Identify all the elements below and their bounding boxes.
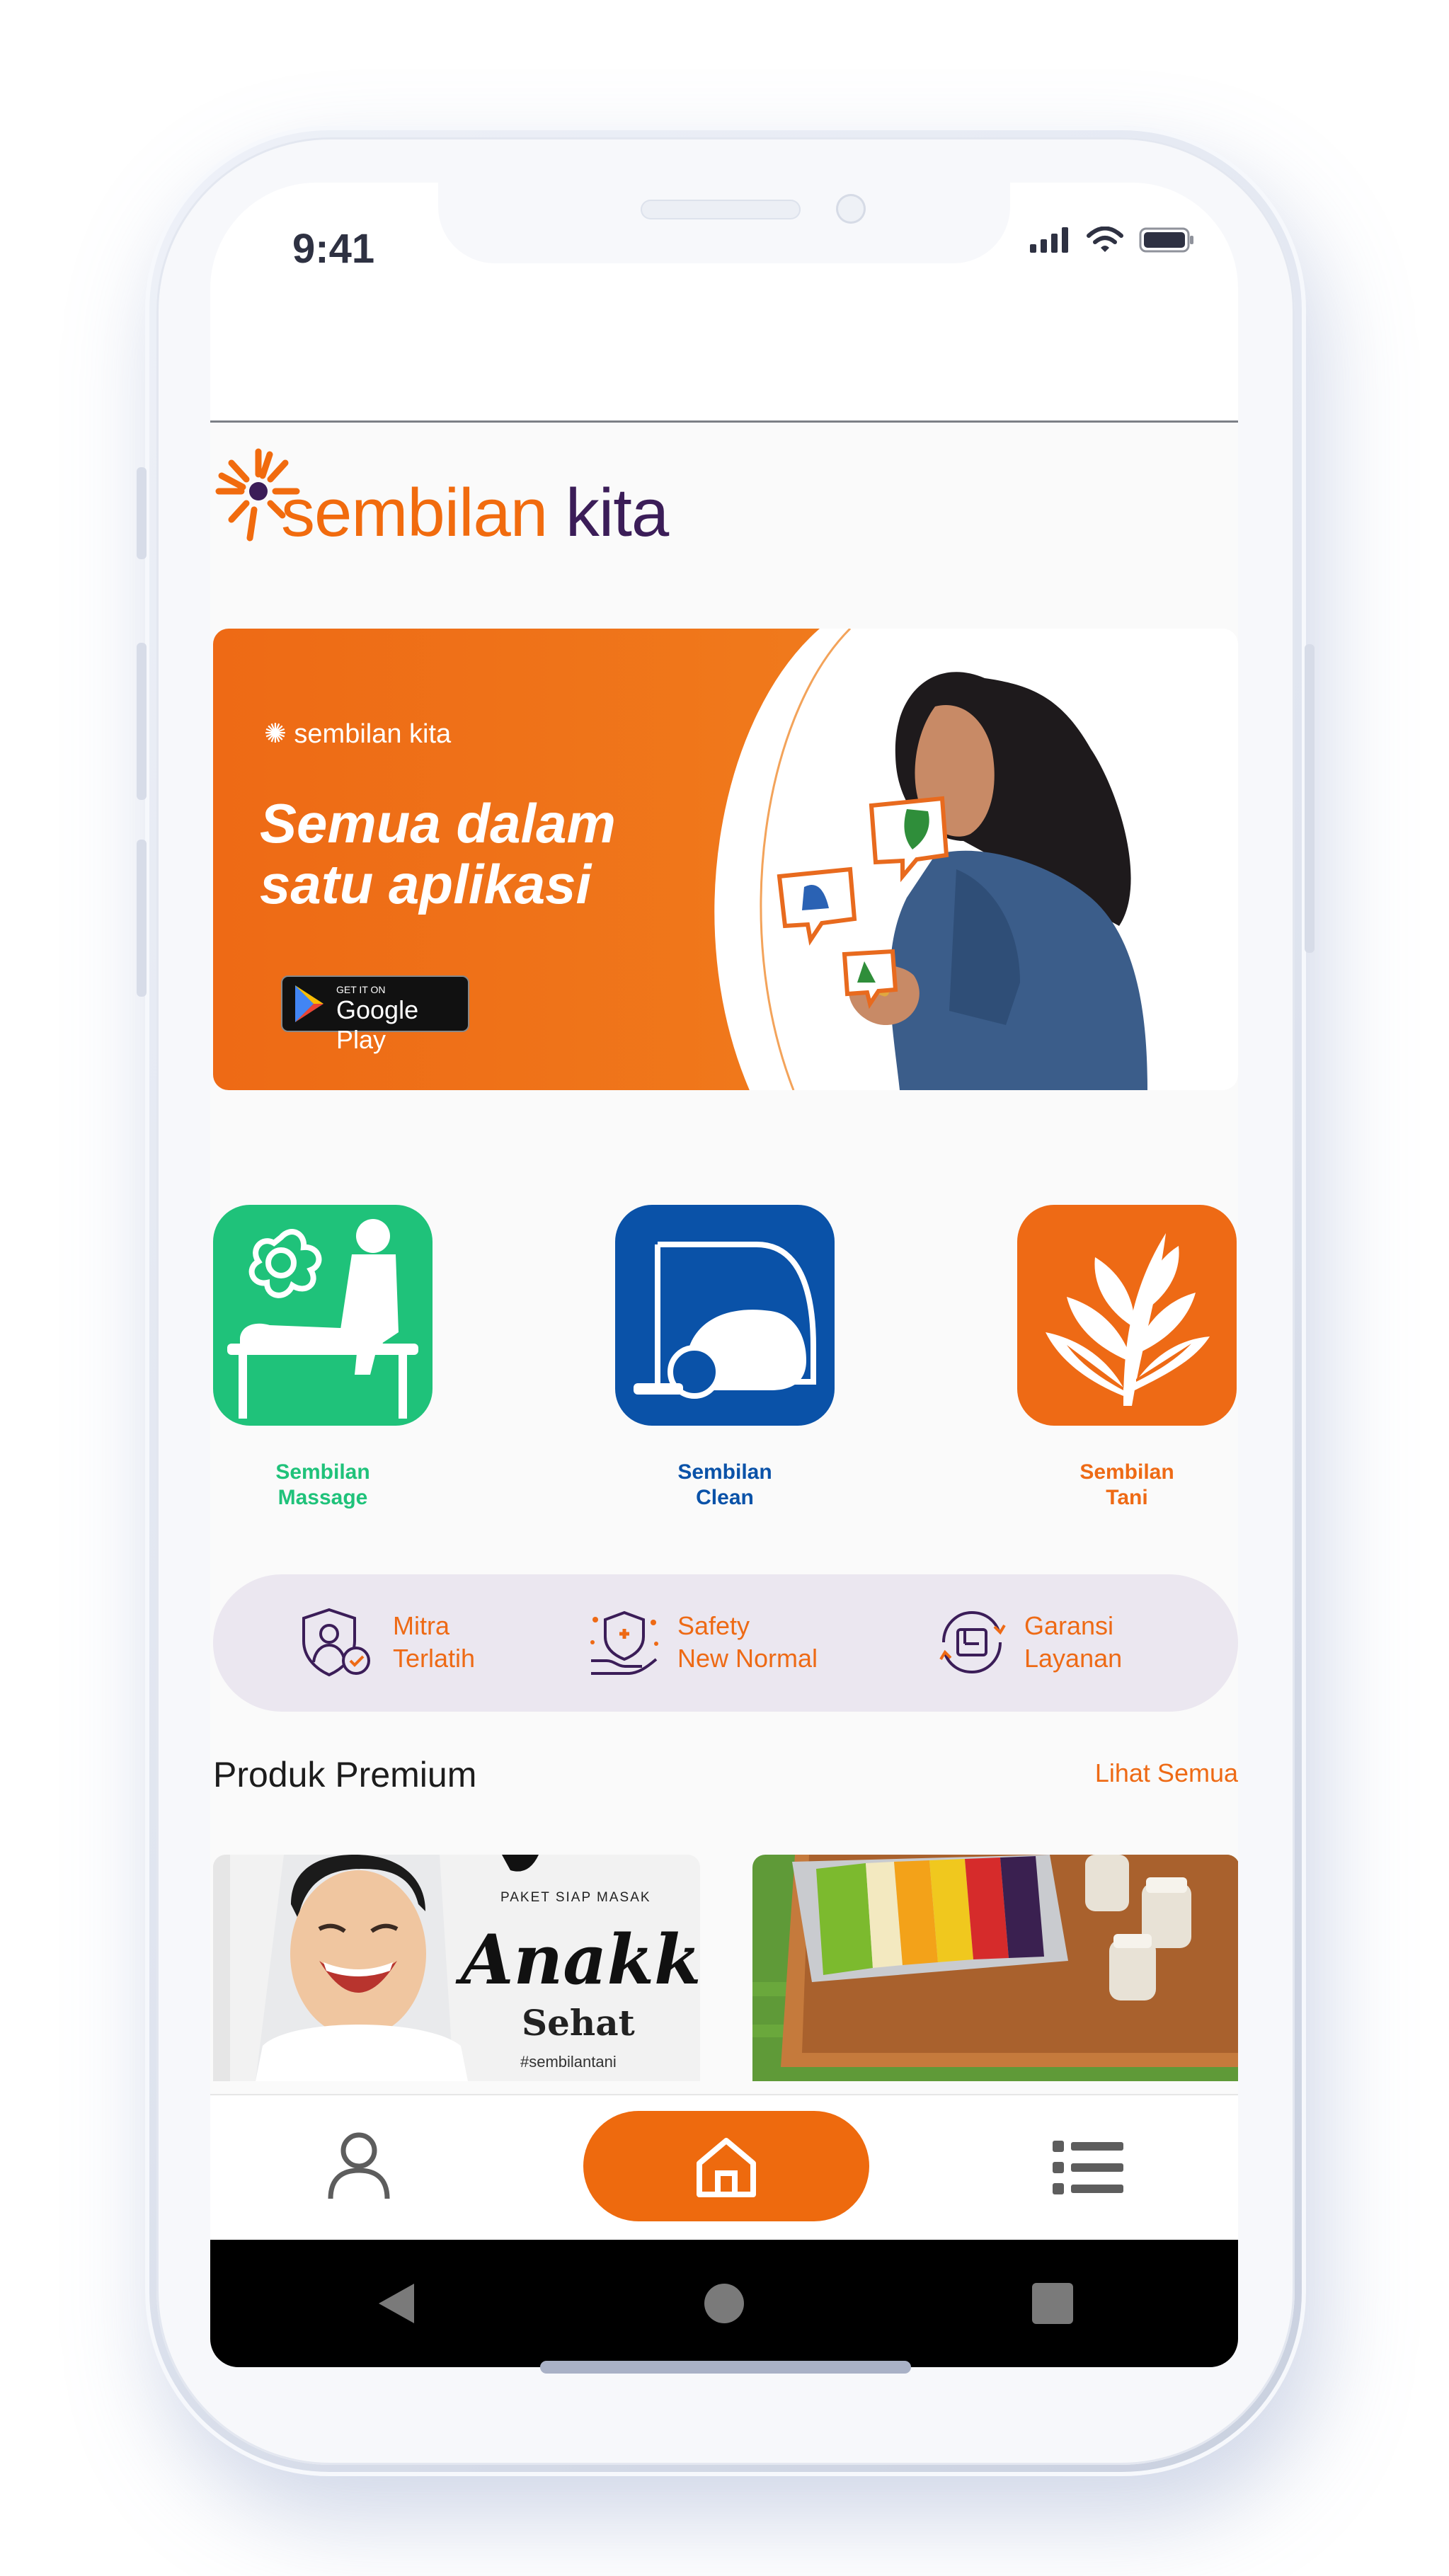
mute-switch	[137, 467, 147, 559]
features-bar: Mitra Terlatih Safety New Normal Garansi…	[213, 1574, 1238, 1712]
service-tani[interactable]: Sembilan Tani	[1017, 1205, 1237, 1511]
banner-logo-icon: ✺	[264, 719, 287, 749]
volume-up-button	[137, 643, 147, 800]
power-button	[1305, 644, 1315, 953]
feature-safety: Safety New Normal	[585, 1605, 818, 1679]
trained-partner-icon	[302, 1608, 370, 1677]
service-clean-line1: Sembilan	[677, 1460, 772, 1484]
volume-down-button	[137, 840, 147, 997]
woman-with-phone-illustration	[777, 672, 1147, 1090]
wifi-icon	[1087, 227, 1123, 252]
play-store-icon	[295, 985, 323, 1022]
home-button[interactable]	[583, 2111, 869, 2221]
banner-headline-line1: Semua dalam	[260, 792, 616, 854]
app-screen: 9:41 sembilan kita ✺ sembilan kita Semua…	[210, 183, 1238, 2367]
logo-word-sembilan: sembilan	[281, 475, 548, 551]
feature-guarantee-text: Garansi Layanan	[1024, 1610, 1122, 1675]
premium-section-title: Produk Premium	[213, 1755, 477, 1794]
product-tag: PAKET SIAP MASAK	[500, 1890, 651, 1905]
front-camera	[836, 194, 866, 224]
list-menu-icon[interactable]	[1053, 2139, 1123, 2196]
recent-apps-icon[interactable]	[1031, 2282, 1074, 2325]
home-circle-icon[interactable]	[703, 2282, 745, 2325]
banner-headline: Semua dalam satu aplikasi	[260, 793, 616, 915]
service-tani-tile[interactable]	[1017, 1205, 1237, 1426]
massage-icon	[227, 1219, 418, 1419]
product-card-fruit-tray[interactable]	[752, 1855, 1238, 2081]
service-tani-line1: Sembilan	[1079, 1460, 1174, 1484]
feature-1-line1: Mitra	[393, 1611, 449, 1640]
service-tani-label: Sembilan Tani	[1017, 1460, 1237, 1511]
logo-word-kita: kita	[565, 475, 669, 551]
feature-trained-partner-text: Mitra Terlatih	[393, 1610, 475, 1675]
feature-3-line1: Garansi	[1024, 1611, 1114, 1640]
guarantee-icon	[939, 1610, 1006, 1674]
header-divider	[210, 420, 1238, 423]
feature-trained-partner: Mitra Terlatih	[301, 1605, 475, 1679]
speaker-grille	[641, 200, 801, 219]
home-icon	[697, 2138, 756, 2197]
plant-leaves-icon	[1046, 1233, 1210, 1406]
phone-notch	[438, 183, 1010, 263]
cellular-signal-icon	[1030, 227, 1068, 253]
safety-shield-icon	[590, 1610, 658, 1675]
feature-safety-text: Safety New Normal	[677, 1610, 818, 1675]
feature-guarantee: Garansi Layanan	[932, 1605, 1122, 1679]
service-massage-tile[interactable]	[213, 1205, 433, 1426]
profile-icon[interactable]	[325, 2131, 393, 2202]
product-title-line1: Anakku	[461, 1920, 700, 2000]
service-clean-label: Sembilan Clean	[615, 1460, 835, 1511]
banner-logo: ✺ sembilan kita	[264, 718, 451, 750]
promo-banner[interactable]: ✺ sembilan kita Semua dalam satu aplikas…	[213, 629, 1238, 1090]
product-card-anakku-sehat[interactable]: PAKET SIAP MASAK Anakku Sehat #sembilant…	[213, 1855, 700, 2081]
system-navigation-bar	[210, 2240, 1238, 2367]
battery-icon	[1139, 227, 1193, 253]
service-clean-tile[interactable]	[615, 1205, 835, 1426]
badge-big-text: Google Play	[336, 995, 419, 1054]
vacuum-cleaner-icon	[634, 1242, 816, 1399]
banner-headline-line2: satu aplikasi	[260, 853, 592, 915]
service-tani-line2: Tani	[1106, 1486, 1148, 1509]
bottom-navigation	[210, 2094, 1238, 2241]
logo-wordmark: sembilan kita	[281, 474, 669, 552]
service-massage-line1: Sembilan	[275, 1460, 370, 1484]
feature-2-line2: New Normal	[677, 1644, 818, 1673]
home-indicator-bar[interactable]	[540, 2361, 911, 2374]
feature-2-line1: Safety	[677, 1611, 750, 1640]
service-clean-line2: Clean	[696, 1486, 754, 1509]
app-logo: sembilan kita	[210, 446, 706, 559]
service-massage-line2: Massage	[277, 1486, 368, 1509]
product-hashtag: #sembilantani	[520, 2053, 617, 2071]
feature-3-line2: Layanan	[1024, 1644, 1123, 1673]
banner-logo-text: sembilan kita	[294, 719, 452, 749]
see-all-link[interactable]: Lihat Semua	[1095, 1758, 1238, 1788]
back-icon[interactable]	[374, 2281, 417, 2326]
badge-small-text: GET IT ON	[336, 984, 386, 995]
service-clean[interactable]: Sembilan Clean	[615, 1205, 835, 1511]
service-massage[interactable]: Sembilan Massage	[213, 1205, 433, 1511]
feature-1-line2: Terlatih	[393, 1644, 476, 1673]
status-icons	[1030, 227, 1194, 253]
status-time: 9:41	[292, 226, 375, 272]
google-play-badge[interactable]: GET IT ON Google Play	[281, 975, 469, 1054]
service-massage-label: Sembilan Massage	[213, 1460, 433, 1511]
fruit-tray-image	[752, 1855, 1238, 2081]
product-title-line2: Sehat	[522, 2002, 635, 2044]
